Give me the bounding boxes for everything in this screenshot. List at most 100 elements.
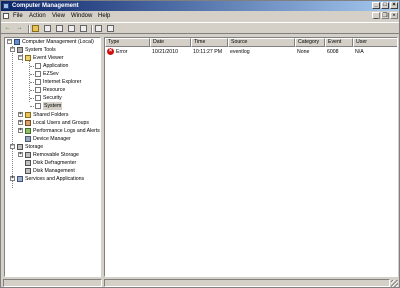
menu-help[interactable]: Help	[98, 12, 110, 20]
close-button[interactable]: ×	[390, 2, 398, 9]
tree-label-storage: Storage	[25, 144, 44, 150]
tree-label-system-tools: System Tools	[25, 47, 56, 53]
console-tree[interactable]: − Computer Management (Local) − System T…	[4, 37, 101, 277]
disk-management-icon	[25, 168, 31, 174]
tree-label-log: EZSev	[43, 71, 59, 77]
tree-line	[30, 98, 34, 99]
refresh-icon[interactable]	[68, 25, 75, 32]
performance-icon	[25, 128, 31, 134]
toolbar-separator	[28, 25, 30, 33]
tree-label-log-selected: System	[43, 102, 63, 110]
column-header-user[interactable]: User	[353, 38, 397, 47]
device-manager-icon	[25, 136, 31, 142]
mdi-close-button[interactable]: ×	[390, 12, 398, 19]
show-hide-console-icon[interactable]	[107, 25, 114, 32]
cell-date: 10/21/2010	[152, 49, 178, 55]
forward-icon[interactable]: →	[16, 25, 23, 32]
tree-label-disk-management: Disk Management	[33, 168, 75, 174]
expand-icon[interactable]: +	[18, 120, 23, 125]
properties-icon[interactable]	[56, 25, 63, 32]
cell-user: N/A	[355, 49, 364, 55]
computer-icon	[14, 39, 20, 45]
tree-line	[30, 82, 34, 83]
title-bar[interactable]: Computer Management _ □ ×	[1, 1, 399, 11]
export-icon[interactable]	[80, 25, 87, 32]
tree-label-perf-logs: Performance Logs and Alerts	[33, 128, 100, 134]
menu-window[interactable]: Window	[71, 12, 92, 20]
cell-time: 10:11:27 PM	[193, 49, 223, 55]
mdi-restore-button[interactable]: ❐	[381, 12, 389, 19]
status-panel	[3, 279, 102, 287]
status-bar	[1, 278, 399, 288]
menu-bar: File Action View Window Help _ ❐ ×	[1, 11, 399, 21]
column-header-time[interactable]: Time	[191, 38, 228, 47]
cell-source: eventlog	[230, 49, 250, 55]
storage-icon	[17, 144, 23, 150]
back-icon[interactable]: ←	[4, 25, 11, 32]
folder-icon	[25, 112, 31, 118]
collapse-icon[interactable]: −	[10, 47, 15, 52]
tree-label-shared-folders: Shared Folders	[33, 112, 69, 118]
menu-file[interactable]: File	[13, 12, 23, 20]
cell-event: 6008	[327, 49, 339, 55]
app-icon	[3, 3, 9, 9]
tree-line	[30, 106, 34, 107]
tree-line	[30, 90, 34, 91]
status-panel	[104, 279, 390, 287]
log-icon	[35, 63, 41, 69]
collapse-icon[interactable]: −	[10, 144, 15, 149]
log-icon	[35, 79, 41, 85]
cell-category: None	[297, 49, 310, 55]
show-hide-tree-icon[interactable]	[44, 25, 51, 32]
defragmenter-icon	[25, 160, 31, 166]
column-header-source[interactable]: Source	[228, 38, 295, 47]
removable-storage-icon	[25, 152, 31, 158]
tree-label-removable-storage: Removable Storage	[33, 152, 79, 158]
log-icon	[35, 103, 41, 109]
window-title: Computer Management	[12, 3, 79, 9]
expand-icon[interactable]: +	[10, 176, 15, 181]
tools-icon	[17, 47, 23, 53]
tree-label-log: Application	[43, 63, 69, 69]
mdi-minimize-button[interactable]: _	[372, 12, 380, 19]
tree-line	[12, 46, 13, 188]
column-header-category[interactable]: Category	[295, 38, 325, 47]
expand-icon[interactable]: +	[18, 152, 23, 157]
collapse-icon[interactable]: −	[18, 55, 23, 60]
log-icon	[35, 87, 41, 93]
error-icon: ×	[107, 48, 114, 55]
up-icon[interactable]	[32, 25, 39, 32]
resize-grip-icon[interactable]	[391, 280, 398, 287]
column-header-event[interactable]: Event	[325, 38, 353, 47]
tree-line	[30, 74, 34, 75]
document-icon[interactable]	[3, 13, 9, 19]
event-viewer-icon	[25, 55, 31, 61]
tree-label-event-viewer: Event Viewer	[33, 55, 64, 61]
expand-icon[interactable]: +	[18, 112, 23, 117]
tree-label-services: Services and Applications	[25, 176, 85, 182]
tree-label-disk-defragmenter: Disk Defragmenter	[33, 160, 77, 166]
tree-label-local-users: Local Users and Groups	[33, 120, 89, 126]
users-icon	[25, 120, 31, 126]
expand-icon[interactable]: +	[18, 128, 23, 133]
collapse-icon[interactable]: −	[7, 39, 12, 44]
menu-view[interactable]: View	[52, 12, 65, 20]
minimize-button[interactable]: _	[372, 2, 380, 9]
menu-action[interactable]: Action	[29, 12, 46, 20]
tree-label-device-manager: Device Manager	[33, 136, 71, 142]
column-header-type[interactable]: Type	[105, 38, 150, 47]
maximize-button[interactable]: □	[381, 2, 389, 9]
column-header-date[interactable]: Date	[150, 38, 191, 47]
log-icon	[35, 95, 41, 101]
tree-label-log: Resource	[43, 87, 66, 93]
tree-label-log: Security	[43, 95, 62, 101]
tree-line	[30, 66, 34, 67]
tree-label-log: Internet Explorer	[43, 79, 82, 85]
computer-management-window: Computer Management _ □ × File Action Vi…	[0, 0, 400, 288]
tree-label-root: Computer Management (Local)	[22, 39, 94, 45]
help-icon[interactable]	[95, 25, 102, 32]
services-icon	[17, 176, 23, 182]
event-list[interactable]: Type Date Time Source Category Event Use…	[104, 37, 398, 277]
log-icon	[35, 71, 41, 77]
cell-type: Error	[116, 49, 128, 55]
